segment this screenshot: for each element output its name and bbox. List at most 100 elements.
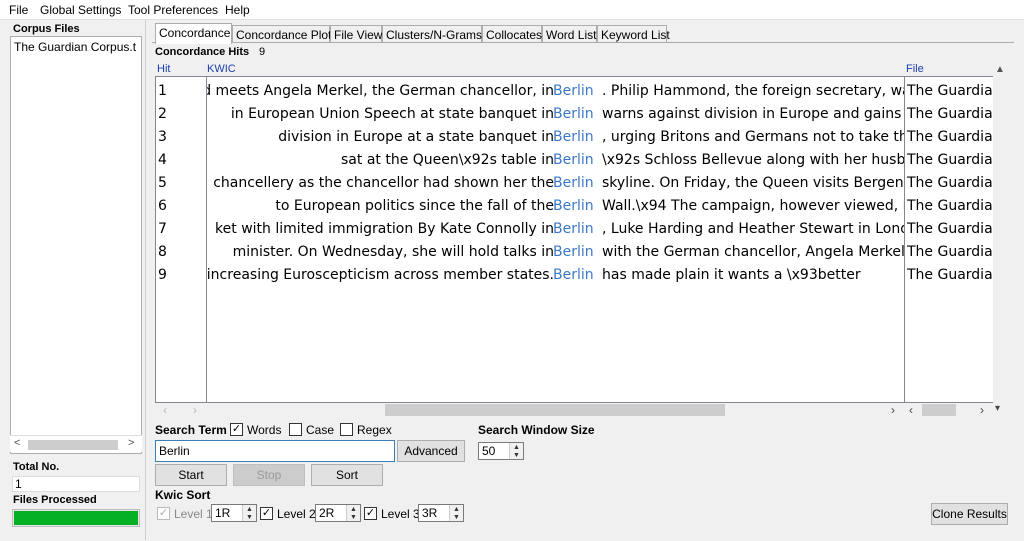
level1-value: 1R xyxy=(215,506,231,520)
sort-button[interactable]: Sort xyxy=(311,464,383,486)
tab-clusters-ngrams[interactable]: Clusters/N-Grams xyxy=(382,25,482,43)
hit-number-cell[interactable]: 8 xyxy=(156,241,206,264)
kwic-row[interactable]: ket with limited immigration By Kate Con… xyxy=(207,218,904,241)
level2-spinner[interactable]: 2R ▲ ▼ xyxy=(315,504,361,522)
kwic-pane[interactable]: nd meets Angela Merkel, the German chanc… xyxy=(206,76,905,403)
tab-collocates[interactable]: Collocates xyxy=(482,25,542,43)
hit-scroll-left-icon: ‹ xyxy=(163,403,167,417)
spinner-arrows[interactable]: ▲ ▼ xyxy=(242,505,256,521)
search-term-input[interactable] xyxy=(155,440,395,462)
kwic-row[interactable]: minister. On Wednesday, she will hold ta… xyxy=(207,241,904,264)
file-pane[interactable]: The Guardian The Guardian The Guardian The … xyxy=(904,76,994,403)
hit-number-cell[interactable]: 9 xyxy=(156,264,206,287)
kwic-right-context: warns against division in Europe and gai… xyxy=(602,106,902,122)
kwic-row[interactable]: division in Europe at a state banquet in… xyxy=(207,126,904,149)
stop-button[interactable]: Stop xyxy=(233,464,305,486)
level2-checkbox[interactable]: ✓ xyxy=(260,507,273,520)
kwic-row[interactable]: in European Union Speech at state banque… xyxy=(207,103,904,126)
file-cell[interactable]: The Guardian xyxy=(905,80,993,103)
hit-number-cell[interactable]: 1 xyxy=(156,80,206,103)
kwic-row[interactable]: to European politics since the fall of t… xyxy=(207,195,904,218)
files-processed-label: Files Processed xyxy=(13,494,97,506)
hit-number-cell[interactable]: 3 xyxy=(156,126,206,149)
hit-number-pane[interactable]: 123456789 xyxy=(155,76,207,403)
progress-fill xyxy=(14,511,138,525)
menu-tool-preferences[interactable]: Tool Preferences xyxy=(128,3,218,17)
kwic-left-context: division in Europe at a state banquet in xyxy=(278,129,554,145)
panel-divider[interactable] xyxy=(145,20,146,540)
kwic-keyword[interactable]: Berlin xyxy=(553,195,594,218)
scroll-down-arrow-icon[interactable]: ▾ xyxy=(995,403,1000,414)
search-window-size-label: Search Window Size xyxy=(478,423,595,437)
corpus-files-list[interactable]: The Guardian Corpus.t xyxy=(10,36,142,454)
hit-number-cell[interactable]: 7 xyxy=(156,218,206,241)
hit-number-cell[interactable]: 5 xyxy=(156,172,206,195)
kwic-row[interactable]: increasing Euroscepticism across member … xyxy=(207,264,904,287)
column-header-file[interactable]: File xyxy=(906,63,924,75)
level3-label: Level 3 xyxy=(381,507,420,521)
file-cell[interactable]: The Guardian xyxy=(905,103,993,126)
hit-number-cell[interactable]: 4 xyxy=(156,149,206,172)
scroll-thumb[interactable] xyxy=(28,440,118,450)
file-cell[interactable]: The Guardian xyxy=(905,172,993,195)
tab-concordance[interactable]: Concordance xyxy=(155,23,232,44)
level1-spinner[interactable]: 1R ▲ ▼ xyxy=(211,504,257,522)
level3-value: 3R xyxy=(422,506,438,520)
kwic-keyword[interactable]: Berlin xyxy=(553,241,594,264)
case-checkbox[interactable] xyxy=(289,423,302,436)
corpus-file-item[interactable]: The Guardian Corpus.t xyxy=(14,40,138,54)
kwic-left-context: in European Union Speech at state banque… xyxy=(230,106,554,122)
kwic-keyword[interactable]: Berlin xyxy=(553,172,594,195)
scroll-right-arrow-icon[interactable]: > xyxy=(128,437,134,449)
kwic-row[interactable]: sat at the Queen\x92s table in Berlin \x92… xyxy=(207,149,904,172)
menu-global-settings[interactable]: Global Settings xyxy=(40,3,121,17)
concordance-hits-label: Concordance Hits xyxy=(155,46,250,58)
file-cell[interactable]: The Guardian xyxy=(905,195,993,218)
clone-results-button[interactable]: Clone Results xyxy=(931,503,1008,525)
hit-number-cell[interactable]: 2 xyxy=(156,103,206,126)
level2-value: 2R xyxy=(319,506,335,520)
menu-help[interactable]: Help xyxy=(225,3,250,17)
file-scroll-left-icon[interactable]: ‹ xyxy=(909,403,913,417)
results-vscrollbar[interactable]: ▲ xyxy=(993,62,1007,403)
column-header-kwic[interactable]: KWIC xyxy=(207,63,236,75)
advanced-button[interactable]: Advanced xyxy=(397,440,465,462)
hit-number-cell[interactable]: 6 xyxy=(156,195,206,218)
file-scroll-right-icon[interactable]: › xyxy=(980,403,984,417)
file-cell[interactable]: The Guardian xyxy=(905,218,993,241)
start-button[interactable]: Start xyxy=(155,464,227,486)
file-cell[interactable]: The Guardian xyxy=(905,264,993,287)
tab-word-list[interactable]: Word List xyxy=(542,25,597,43)
menu-file[interactable]: File xyxy=(9,3,28,17)
words-checkbox[interactable]: ✓ xyxy=(230,423,243,436)
kwic-keyword[interactable]: Berlin xyxy=(553,149,594,172)
file-scroll-thumb[interactable] xyxy=(922,404,956,416)
level3-spinner[interactable]: 3R ▲ ▼ xyxy=(418,504,464,522)
tab-concordance-plot[interactable]: Concordance Plot xyxy=(232,25,331,43)
search-window-size-spinner[interactable]: 50 ▲ ▼ xyxy=(478,442,524,460)
kwic-keyword[interactable]: Berlin xyxy=(553,218,594,241)
kwic-keyword[interactable]: Berlin xyxy=(553,126,594,149)
file-cell[interactable]: The Guardian xyxy=(905,149,993,172)
file-cell[interactable]: The Guardian xyxy=(905,241,993,264)
level3-checkbox[interactable]: ✓ xyxy=(364,507,377,520)
kwic-scroll-thumb[interactable] xyxy=(385,404,725,416)
column-header-hit[interactable]: Hit xyxy=(157,63,170,75)
corpus-list-hscrollbar[interactable]: < > xyxy=(10,435,142,452)
kwic-keyword[interactable]: Berlin xyxy=(553,264,594,287)
kwic-scroll-right-icon[interactable]: › xyxy=(891,403,895,417)
regex-checkbox[interactable] xyxy=(340,423,353,436)
kwic-row[interactable]: chancellery as the chancellor had shown … xyxy=(207,172,904,195)
scroll-left-arrow-icon[interactable]: < xyxy=(14,437,20,449)
spinner-arrows[interactable]: ▲ ▼ xyxy=(449,505,463,521)
spinner-arrows[interactable]: ▲ ▼ xyxy=(346,505,360,521)
file-cell[interactable]: The Guardian xyxy=(905,126,993,149)
tab-file-view[interactable]: File View xyxy=(330,25,382,43)
kwic-row[interactable]: nd meets Angela Merkel, the German chanc… xyxy=(207,80,904,103)
scroll-up-arrow-icon[interactable]: ▲ xyxy=(995,64,1005,75)
kwic-keyword[interactable]: Berlin xyxy=(553,80,594,103)
kwic-keyword[interactable]: Berlin xyxy=(553,103,594,126)
level1-checkbox[interactable]: ✓ xyxy=(157,507,170,520)
spinner-arrows[interactable]: ▲ ▼ xyxy=(509,443,523,459)
tab-keyword-list[interactable]: Keyword List xyxy=(597,25,670,43)
